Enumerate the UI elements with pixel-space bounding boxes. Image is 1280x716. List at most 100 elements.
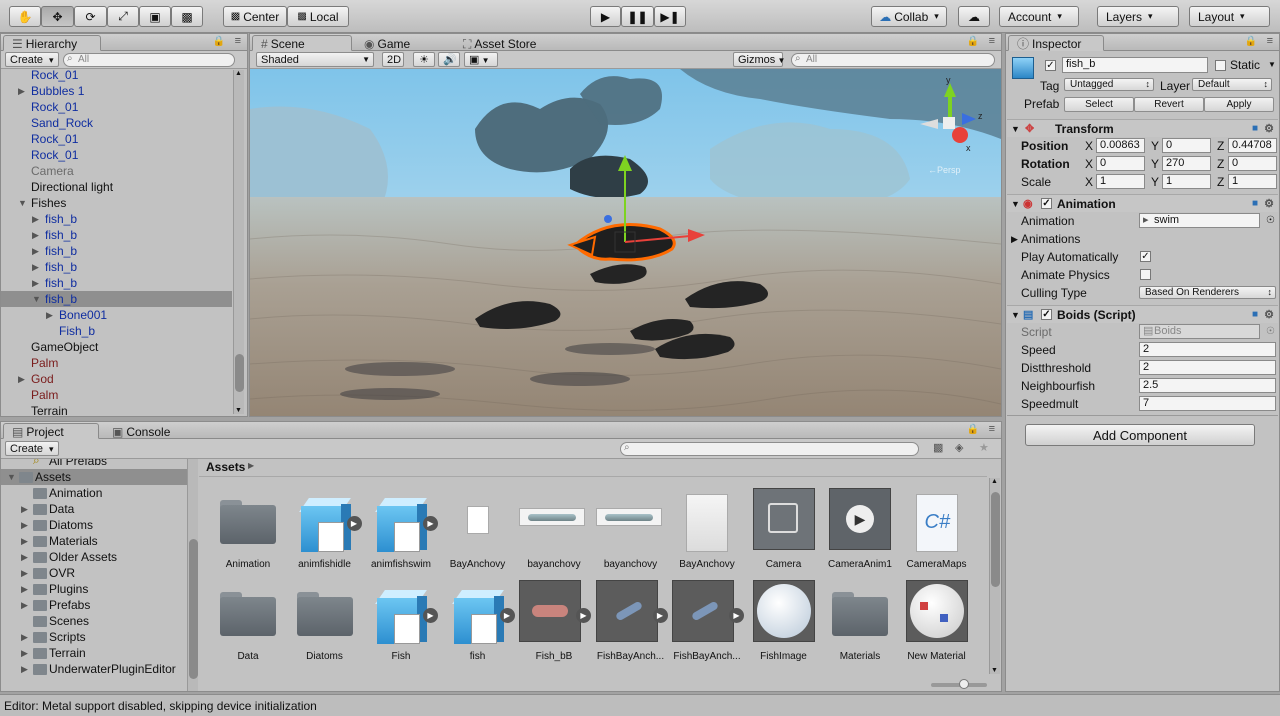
- boids-header[interactable]: ▼ ▤ ✓ Boids (Script) ■ ⚙: [1007, 305, 1278, 323]
- scale-y-field[interactable]: 1: [1162, 174, 1211, 189]
- panel-menu-icon[interactable]: ≡: [235, 35, 241, 47]
- hierarchy-item[interactable]: ▼ fish_b: [1, 291, 232, 307]
- prefab-select-button[interactable]: Select: [1064, 97, 1134, 112]
- scale-tool-button[interactable]: ⤢: [107, 6, 139, 27]
- play-icon[interactable]: ▶: [729, 608, 744, 623]
- play-icon[interactable]: ▶: [346, 516, 362, 531]
- scale-x-field[interactable]: 1: [1096, 174, 1145, 189]
- scroll-up-icon[interactable]: ▲: [235, 70, 242, 77]
- animation-clip-field[interactable]: ▸ swim: [1139, 213, 1260, 228]
- play-icon[interactable]: ▶: [499, 608, 515, 623]
- play-icon[interactable]: ▶: [423, 608, 438, 623]
- animate-physics-checkbox[interactable]: [1140, 269, 1151, 280]
- project-search-input[interactable]: [620, 442, 919, 456]
- asset-item[interactable]: ▶ fish: [441, 580, 515, 666]
- tree-item[interactable]: ▶ Diatoms: [1, 517, 187, 533]
- asset-item[interactable]: Data: [211, 580, 285, 666]
- asset-item[interactable]: FishImage: [747, 580, 821, 666]
- asset-grid-scroll-thumb[interactable]: [991, 492, 1000, 587]
- gear-icon[interactable]: ⚙: [1264, 120, 1274, 138]
- hierarchy-item[interactable]: Rock_01: [1, 147, 232, 163]
- tab-hierarchy[interactable]: ☰ Hierarchy: [3, 35, 101, 51]
- animations-row[interactable]: ▶ Animations: [1007, 230, 1278, 248]
- hierarchy-item[interactable]: ▶ fish_b: [1, 275, 232, 291]
- breadcrumb-assets[interactable]: Assets: [206, 460, 245, 474]
- tree-item[interactable]: ⌕ All Prefabs: [1, 459, 187, 469]
- chevron-right-icon[interactable]: ▶: [32, 211, 39, 227]
- asset-item[interactable]: ▶ FishBayAnch...: [594, 580, 668, 666]
- asset-item[interactable]: C# CameraMaps: [900, 488, 974, 574]
- prefab-apply-button[interactable]: Apply: [1204, 97, 1274, 112]
- scene-viewport[interactable]: y z x ←Persp: [250, 69, 1001, 416]
- hierarchy-scrollbar[interactable]: ▲ ▼: [233, 70, 244, 414]
- hierarchy-item[interactable]: ▶ fish_b: [1, 227, 232, 243]
- rotation-y-field[interactable]: 270: [1162, 156, 1211, 171]
- account-dropdown[interactable]: Account: [999, 6, 1079, 27]
- panel-menu-icon[interactable]: ≡: [989, 35, 995, 47]
- tree-item[interactable]: ▶ Materials: [1, 533, 187, 549]
- help-icon[interactable]: ■: [1252, 120, 1258, 138]
- add-component-button[interactable]: Add Component: [1025, 424, 1255, 446]
- tab-inspector[interactable]: ⓘ Inspector: [1008, 35, 1104, 51]
- tree-item[interactable]: ▶ OVR: [1, 565, 187, 581]
- tree-item[interactable]: ▶ Terrain: [1, 645, 187, 661]
- gear-icon[interactable]: ⚙: [1264, 306, 1274, 324]
- help-icon[interactable]: ■: [1252, 195, 1258, 213]
- lock-icon[interactable]: 🔒: [213, 36, 225, 47]
- step-button[interactable]: ▶❚: [654, 6, 686, 27]
- rect-tool-button[interactable]: ▣: [139, 6, 171, 27]
- project-tree-scroll-thumb[interactable]: [189, 539, 198, 679]
- gear-icon[interactable]: ⚙: [1264, 195, 1274, 213]
- 2d-toggle[interactable]: 2D: [382, 52, 404, 67]
- play-icon[interactable]: ▶: [652, 608, 668, 623]
- scale-z-field[interactable]: 1: [1228, 174, 1277, 189]
- lock-icon[interactable]: 🔒: [967, 36, 979, 47]
- tab-project[interactable]: ▤ Project: [3, 423, 99, 439]
- hierarchy-item[interactable]: Rock_01: [1, 67, 232, 83]
- tree-item[interactable]: ▶ Scripts: [1, 629, 187, 645]
- culling-type-dropdown[interactable]: Based On Renderers: [1139, 286, 1276, 299]
- tab-console[interactable]: ▣ Console: [103, 423, 199, 439]
- move-tool-button[interactable]: ✥: [41, 6, 74, 27]
- chevron-right-icon[interactable]: ▶: [21, 517, 28, 533]
- hierarchy-item[interactable]: Directional light: [1, 179, 232, 195]
- neighbourfish-field[interactable]: 2.5: [1139, 378, 1276, 393]
- chevron-right-icon[interactable]: ▶: [32, 259, 39, 275]
- star-icon[interactable]: ★: [979, 441, 989, 454]
- chevron-down-icon[interactable]: ▼: [1268, 60, 1276, 69]
- panel-menu-icon[interactable]: ≡: [1267, 35, 1273, 47]
- animation-header[interactable]: ▼ ◉ ✓ Animation ■ ⚙: [1007, 194, 1278, 212]
- tree-item[interactable]: ▶ UnderwaterPluginEditor: [1, 661, 187, 677]
- asset-item[interactable]: ▶ animfishidle: [288, 488, 362, 574]
- icon-size-slider[interactable]: [931, 679, 987, 689]
- chevron-right-icon[interactable]: ▶: [21, 629, 28, 645]
- chevron-right-icon[interactable]: ▶: [18, 371, 25, 387]
- tab-asset-store[interactable]: ⛶ Asset Store: [454, 35, 558, 51]
- pause-button[interactable]: ❚❚: [621, 6, 654, 27]
- project-tree-scrollbar[interactable]: [187, 459, 198, 691]
- hierarchy-item[interactable]: ▶ Bubbles 1: [1, 83, 232, 99]
- transform-header[interactable]: ▼ ✥ Transform ■ ⚙: [1007, 119, 1278, 137]
- chevron-right-icon[interactable]: ▶: [32, 243, 39, 259]
- chevron-right-icon[interactable]: ▶: [21, 565, 28, 581]
- layers-dropdown[interactable]: Layers: [1097, 6, 1179, 27]
- asset-item[interactable]: BayAnchovy: [670, 488, 744, 574]
- static-checkbox[interactable]: [1215, 60, 1226, 71]
- tag-icon[interactable]: ◈: [955, 441, 963, 454]
- help-icon[interactable]: ■: [1252, 306, 1258, 324]
- perspective-label[interactable]: ←Persp: [928, 165, 961, 175]
- asset-item[interactable]: ▶ Fish_bB: [517, 580, 591, 666]
- tab-game[interactable]: ◉ Game: [355, 35, 453, 51]
- pivot-local-toggle[interactable]: ▩ Local: [287, 6, 349, 27]
- chevron-right-icon[interactable]: ▶: [21, 661, 28, 677]
- tree-item[interactable]: ▶ Prefabs: [1, 597, 187, 613]
- collab-dropdown[interactable]: ☁ Collab: [871, 6, 947, 27]
- active-checkbox[interactable]: ✓: [1045, 60, 1056, 71]
- chevron-right-icon[interactable]: ▶: [32, 275, 39, 291]
- asset-item[interactable]: Diatoms: [288, 580, 362, 666]
- scroll-up-icon[interactable]: ▲: [991, 478, 998, 485]
- asset-item[interactable]: BayAnchovy: [441, 488, 515, 574]
- lighting-toggle[interactable]: ☀: [413, 52, 435, 67]
- object-name-field[interactable]: fish_b: [1062, 57, 1208, 73]
- chevron-right-icon[interactable]: ▶: [18, 83, 25, 99]
